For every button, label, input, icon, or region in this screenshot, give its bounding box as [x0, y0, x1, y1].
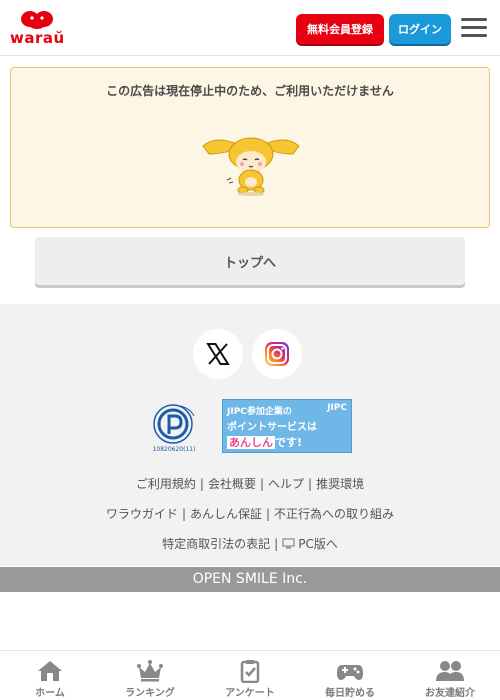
link-guarantee[interactable]: あんしん保証 [190, 507, 262, 521]
nav-daily-label: 毎日貯める [325, 688, 375, 699]
survey-icon [240, 660, 260, 683]
footer-links-row1: ご利用規約 | 会社概要 | ヘルプ | 推奨環境 [135, 477, 365, 491]
copyright-bar: OPEN SMILE Inc. [0, 567, 500, 592]
nav-home-label: ホーム [35, 688, 65, 699]
nav-survey[interactable]: アンケート [200, 651, 300, 700]
crown-icon [137, 660, 163, 682]
home-icon [38, 661, 62, 681]
site-header: waraŭ 無料会員登録 ログイン [0, 0, 500, 56]
friends-icon [436, 661, 464, 681]
ad-stopped-notice: この広告は現在停止中のため、ご利用いただけません [10, 67, 490, 228]
jipc-line1: JIPC参加企業の [227, 407, 292, 417]
jipc-desu: です! [275, 436, 303, 449]
jipc-line3: あんしん です! [227, 434, 302, 450]
x-twitter-icon[interactable] [193, 329, 243, 379]
link-pc-version[interactable]: PC版へ [298, 537, 338, 551]
nav-daily[interactable]: 毎日貯める [300, 651, 400, 700]
nav-survey-label: アンケート [225, 688, 275, 699]
register-button[interactable]: 無料会員登録 [296, 14, 384, 44]
pc-monitor-icon [282, 538, 295, 549]
login-button[interactable]: ログイン [389, 14, 451, 44]
nav-ranking-label: ランキング [125, 688, 175, 699]
go-to-top-button[interactable]: トップへ [35, 237, 465, 285]
warau-logo[interactable]: waraŭ [10, 9, 64, 47]
logo-mark-icon [21, 11, 53, 29]
privacy-mark-icon[interactable]: 10820620(11) [146, 400, 202, 454]
nav-invite[interactable]: お友達紹介 [400, 651, 500, 700]
nav-invite-label: お友達紹介 [425, 688, 475, 699]
jipc-logo: JIPC [327, 403, 347, 413]
bottom-navigation: ホーム ランキング アンケート 毎日貯める お友達紹介 [0, 650, 500, 700]
hamburger-menu-icon[interactable] [461, 18, 487, 38]
link-help[interactable]: ヘルプ [268, 477, 304, 491]
link-company[interactable]: 会社概要 [208, 477, 256, 491]
notice-message: この広告は現在停止中のため、ご利用いただけません [106, 84, 394, 98]
link-terms[interactable]: ご利用規約 [136, 477, 196, 491]
link-fraud-policy[interactable]: 不正行為への取り組み [274, 507, 394, 521]
privacy-mark-number: 10820620(11) [152, 446, 196, 453]
gamepad-icon [337, 665, 363, 680]
jipc-line2: ポイントサービスは [227, 422, 317, 433]
link-guide[interactable]: ワラウガイド [106, 507, 178, 521]
logo-text: waraŭ [10, 29, 65, 47]
jipc-anshin: あんしん [227, 436, 275, 449]
link-commerce-law[interactable]: 特定商取引法の表記 [162, 537, 270, 551]
nav-home[interactable]: ホーム [0, 651, 100, 700]
footer-links-row3: 特定商取引法の表記 | PC版へ [162, 537, 338, 551]
link-environment[interactable]: 推奨環境 [316, 477, 364, 491]
site-footer: 10820620(11) JIPC参加企業の JIPC ポイントサービスは あん… [0, 304, 500, 566]
mascot-illustration-icon [202, 137, 300, 196]
nav-ranking[interactable]: ランキング [100, 651, 200, 700]
instagram-icon[interactable] [252, 329, 302, 379]
footer-links-row2: ワラウガイド | あんしん保証 | 不正行為への取り組み [105, 507, 395, 521]
jipc-banner[interactable]: JIPC参加企業の JIPC ポイントサービスは あんしん です! [222, 399, 352, 453]
